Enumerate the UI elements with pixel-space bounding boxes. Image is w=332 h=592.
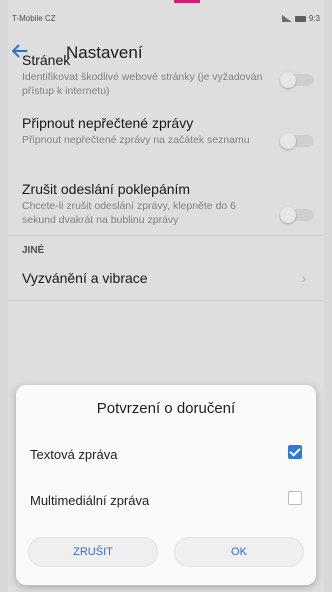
screen: T-Mobile CZ 9:3 Nastavení Stránek Identi… — [8, 0, 324, 592]
option-text-message[interactable]: Textová zpráva — [30, 445, 302, 462]
checkbox-unchecked[interactable] — [288, 491, 302, 505]
option-label: Textová zpráva — [30, 447, 118, 462]
cancel-button[interactable]: ZRUŠIT — [28, 537, 158, 567]
ok-button[interactable]: OK — [174, 537, 304, 567]
checkbox-checked[interactable] — [288, 445, 302, 459]
dialog-title: Potvrzení o doručení — [96, 400, 236, 417]
option-multimedia-message[interactable]: Multimediální zpráva — [30, 491, 302, 508]
delivery-report-dialog: Potvrzení o doručení Textová zpráva Mult… — [16, 385, 316, 585]
option-label: Multimediální zpráva — [30, 493, 150, 508]
